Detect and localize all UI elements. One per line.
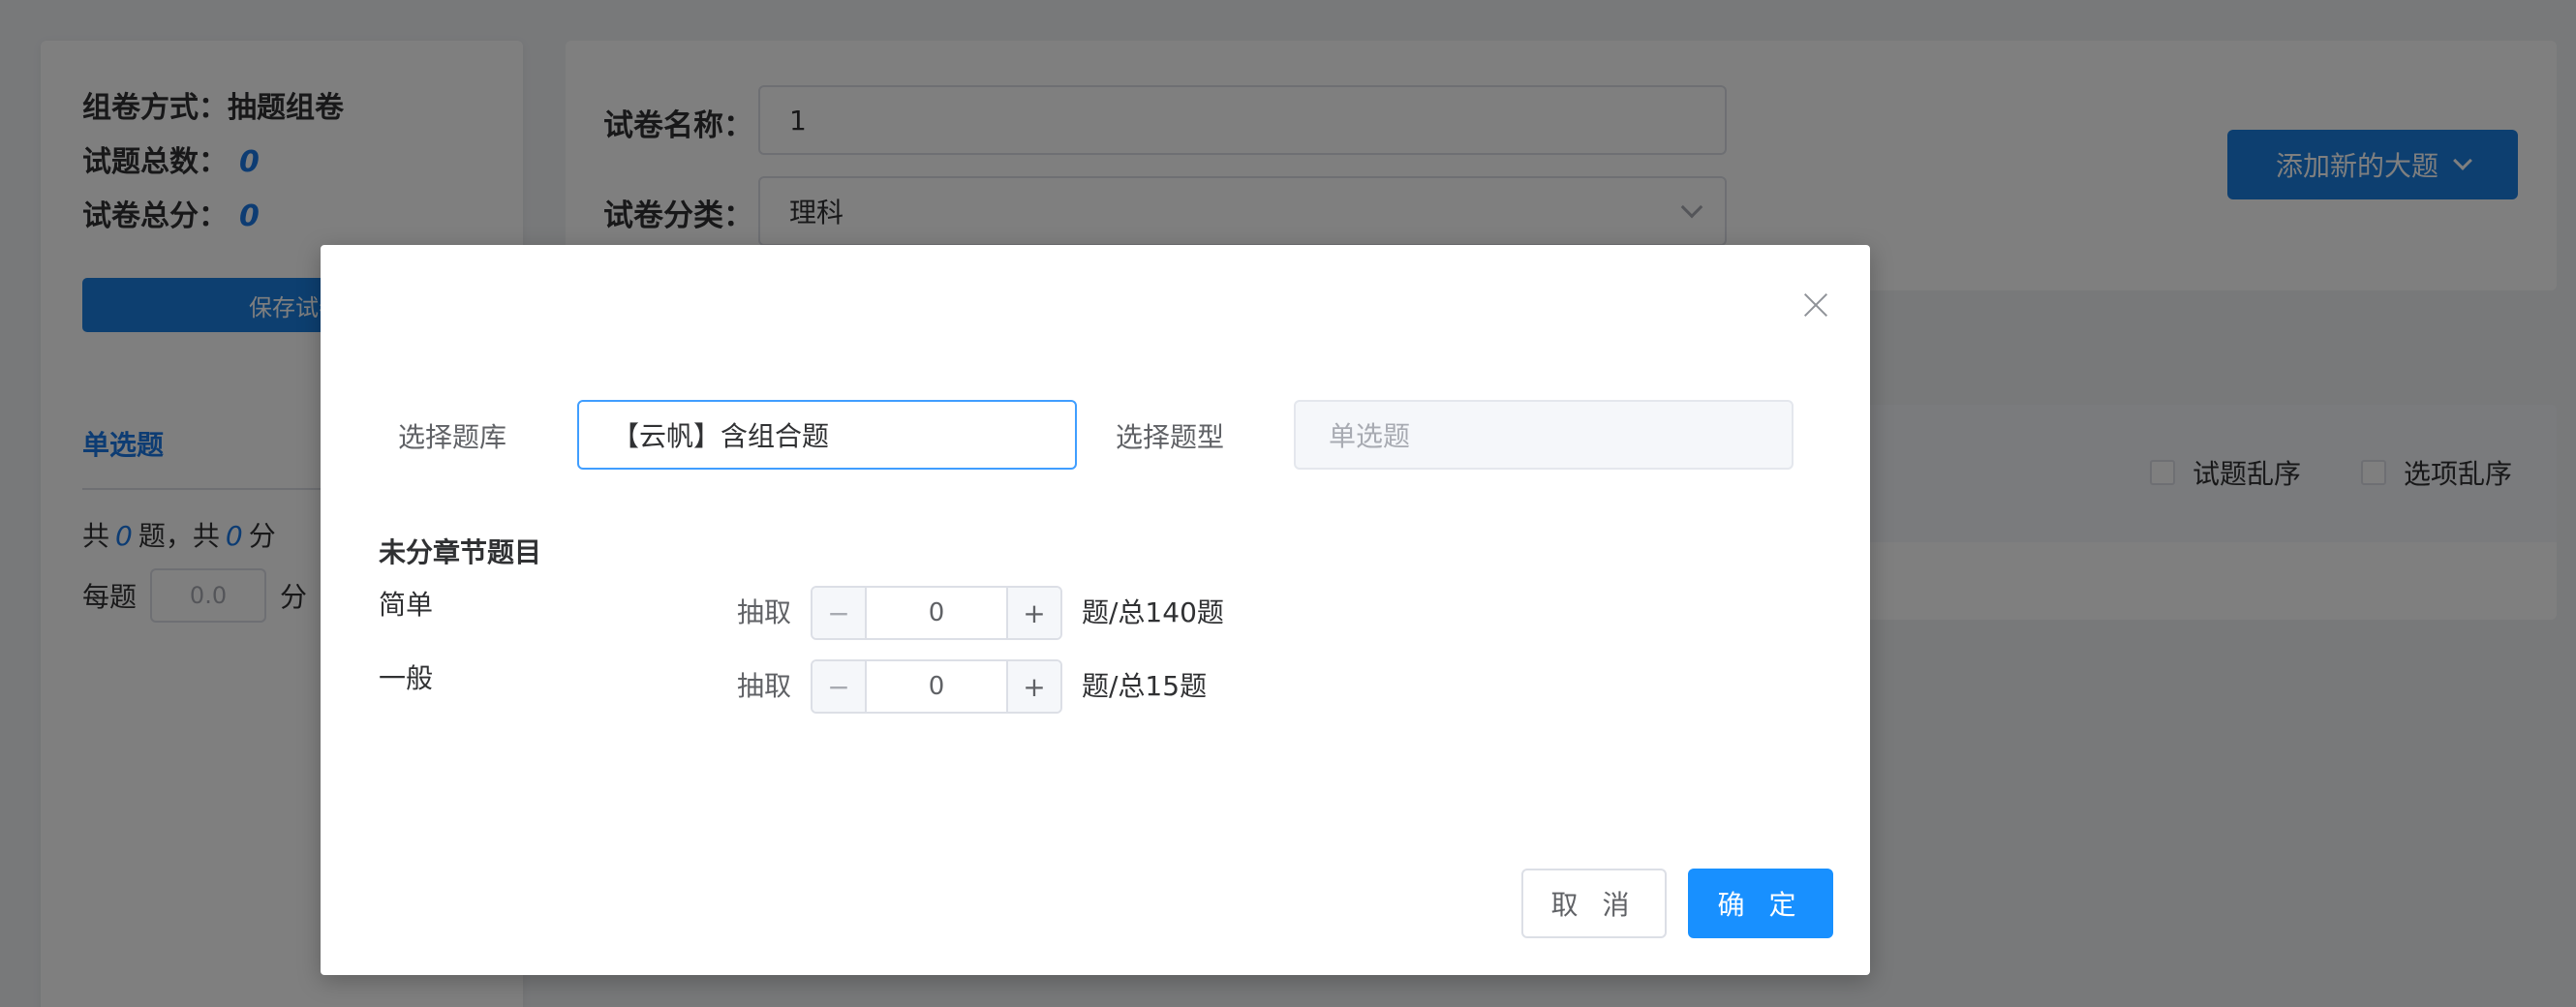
quantity-input[interactable]: 0 bbox=[867, 588, 1006, 638]
plus-icon[interactable]: + bbox=[1006, 588, 1060, 638]
cancel-button[interactable]: 取 消 bbox=[1521, 869, 1667, 938]
quantity-stepper[interactable]: − 0 + bbox=[811, 586, 1062, 640]
difficulty-row: 一般 抽取 − 0 + 题/总15题 bbox=[379, 659, 1638, 714]
total-count-label: 题/总15题 bbox=[1082, 670, 1208, 702]
type-select[interactable]: 单选题 bbox=[1294, 400, 1794, 470]
confirm-button[interactable]: 确 定 bbox=[1688, 869, 1833, 938]
chapter-title: 未分章节题目 bbox=[379, 536, 542, 568]
difficulty-label: 一般 bbox=[379, 662, 434, 694]
quantity-stepper[interactable]: − 0 + bbox=[811, 659, 1062, 714]
quantity-input[interactable]: 0 bbox=[867, 661, 1006, 712]
minus-icon[interactable]: − bbox=[813, 661, 867, 712]
total-count-label: 题/总140题 bbox=[1082, 596, 1224, 628]
close-icon[interactable] bbox=[1802, 291, 1829, 319]
type-label: 选择题型 bbox=[1116, 421, 1225, 453]
draw-questions-dialog: 选择题库 【云帆】含组合题 选择题型 单选题 未分章节题目 简单 抽取 − 0 … bbox=[321, 245, 1870, 975]
draw-label: 抽取 bbox=[737, 670, 792, 702]
difficulty-row: 简单 抽取 − 0 + 题/总140题 bbox=[379, 586, 1638, 640]
minus-icon[interactable]: − bbox=[813, 588, 867, 638]
draw-label: 抽取 bbox=[737, 596, 792, 628]
plus-icon[interactable]: + bbox=[1006, 661, 1060, 712]
bank-label: 选择题库 bbox=[398, 421, 507, 453]
bank-select[interactable]: 【云帆】含组合题 bbox=[577, 400, 1077, 470]
difficulty-label: 简单 bbox=[379, 589, 434, 621]
